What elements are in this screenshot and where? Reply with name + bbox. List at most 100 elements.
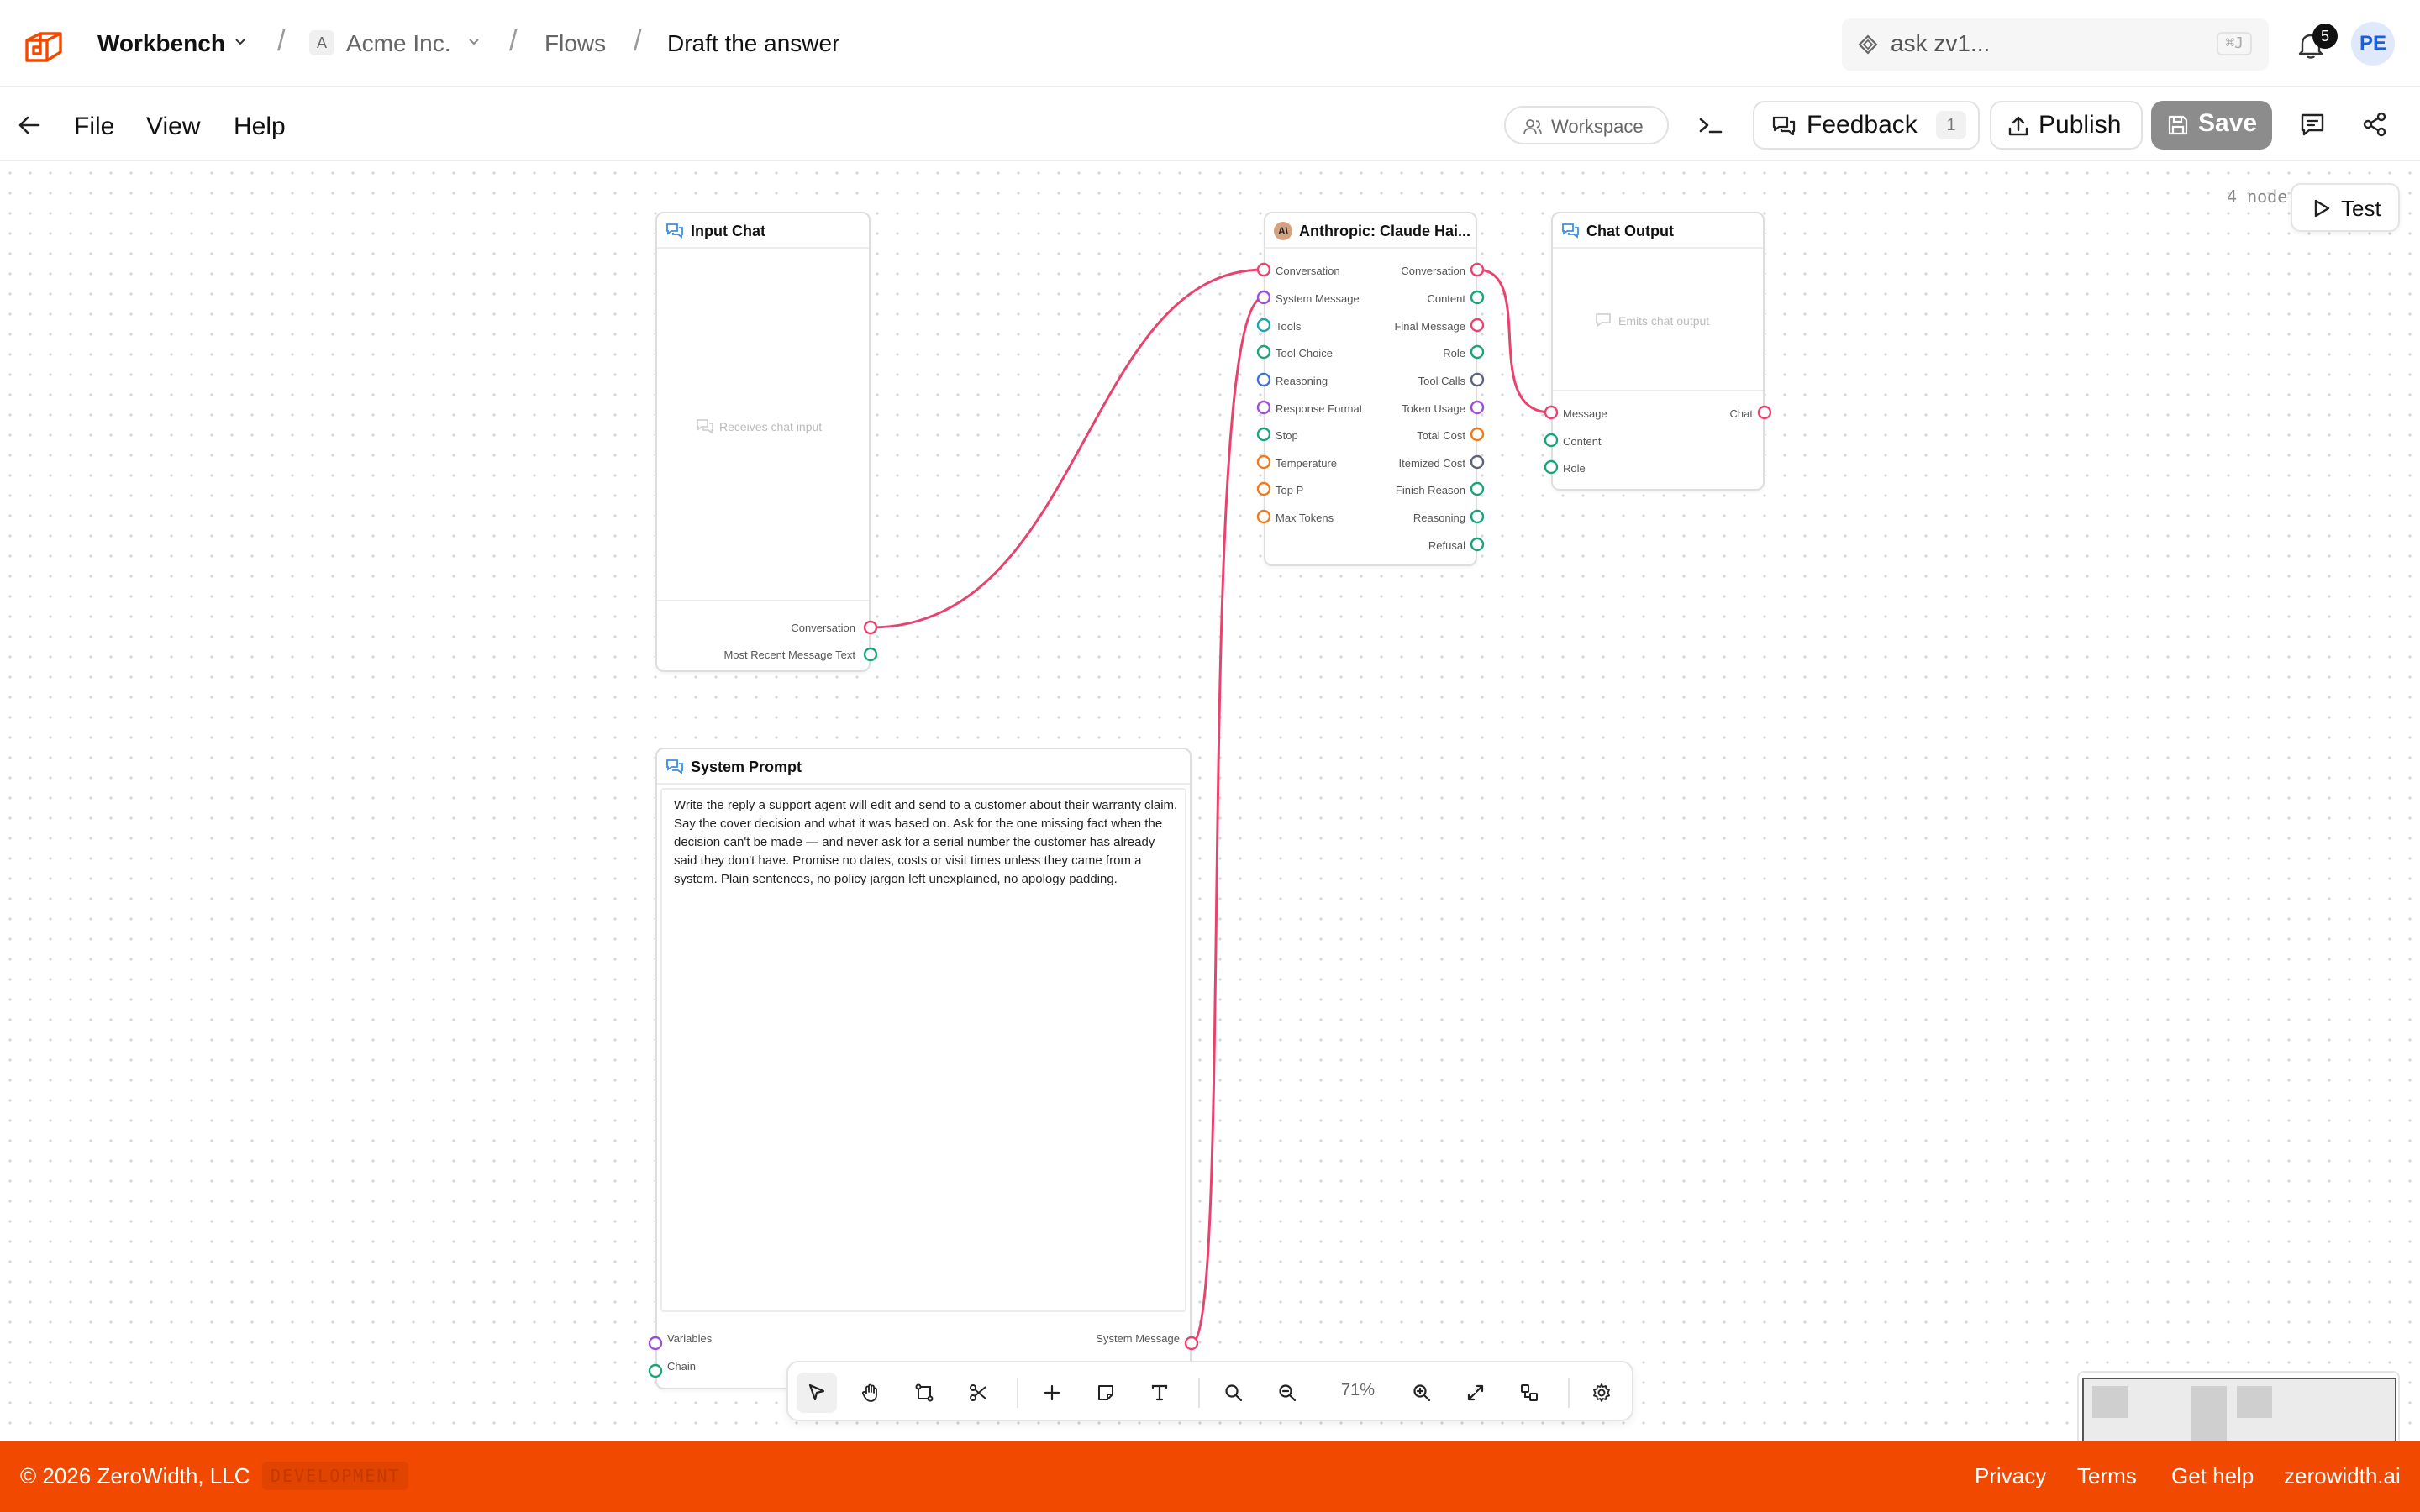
auto-layout-button[interactable] — [1509, 1373, 1549, 1413]
feedback-button[interactable]: Feedback 1 — [1753, 101, 1980, 150]
port-output — [1184, 1336, 1199, 1351]
port-output — [1470, 344, 1485, 360]
port-input — [1544, 459, 1559, 475]
scissors-icon — [970, 1384, 986, 1401]
ports-layer[interactable] — [0, 163, 2420, 1441]
save-button[interactable]: Save — [2151, 101, 2272, 150]
chevron-down-icon[interactable] — [467, 35, 481, 49]
site-link[interactable]: zerowidth.ai — [2284, 1463, 2401, 1489]
share-icon[interactable] — [2361, 111, 2388, 138]
users-icon — [1523, 119, 1542, 135]
sparkle-diamond-icon — [1858, 34, 1878, 55]
minimap[interactable] — [2077, 1371, 2400, 1441]
save-label: Save — [2198, 109, 2258, 137]
workspace-button[interactable]: Workspace — [1504, 106, 1669, 144]
editor-toolbar: File View Help Workspace Feedback 1 Publ… — [0, 87, 2420, 161]
layout-shapes-icon — [1521, 1384, 1538, 1401]
test-label: Test — [2341, 196, 2381, 221]
publish-button[interactable]: Publish — [1990, 101, 2143, 150]
feedback-count-badge: 1 — [1936, 111, 1966, 139]
port-output — [1470, 262, 1485, 277]
minimap-node — [2092, 1386, 2128, 1418]
port-input — [1256, 372, 1271, 387]
environment-badge: DEVELOPMENT — [262, 1462, 409, 1490]
port-input — [1256, 400, 1271, 415]
route-icon — [915, 1383, 934, 1402]
cut-tool[interactable] — [958, 1373, 998, 1413]
terminal-icon[interactable] — [1697, 113, 1724, 138]
user-avatar[interactable]: PE — [2351, 22, 2395, 66]
port-output — [1470, 454, 1485, 470]
feedback-label: Feedback — [1807, 111, 1918, 139]
top-bar: Workbench / A Acme Inc. / Flows / Draft … — [0, 0, 2420, 87]
minimap-node — [2237, 1386, 2272, 1418]
port-output — [863, 647, 878, 662]
page-title: Draft the answer — [667, 30, 840, 56]
help-link[interactable]: Get help — [2171, 1463, 2254, 1489]
search-icon — [1225, 1384, 1243, 1402]
add-text-button[interactable] — [1139, 1373, 1180, 1413]
port-output — [1757, 405, 1772, 420]
breadcrumb-separator: / — [277, 25, 286, 57]
add-node-button[interactable] — [1032, 1373, 1072, 1413]
port-output — [1470, 372, 1485, 387]
port-output — [1470, 400, 1485, 415]
search-placeholder: ask zv1... — [1891, 30, 1991, 56]
port-output — [863, 620, 878, 635]
text-icon — [1151, 1384, 1168, 1401]
pan-tool[interactable] — [850, 1373, 891, 1413]
port-output — [1470, 509, 1485, 524]
port-output — [1470, 427, 1485, 442]
port-output — [1470, 318, 1485, 333]
port-input — [1256, 290, 1271, 305]
fit-view-button[interactable] — [1455, 1373, 1496, 1413]
select-tool[interactable] — [797, 1373, 837, 1413]
port-input — [1256, 509, 1271, 524]
copyright: © 2026 ZeroWidth, LLC — [20, 1463, 250, 1488]
privacy-link[interactable]: Privacy — [1975, 1463, 2046, 1489]
add-note-button[interactable] — [1086, 1373, 1126, 1413]
chat-bubbles-icon — [1772, 116, 1796, 136]
back-arrow-icon[interactable] — [17, 113, 42, 138]
connect-tool[interactable] — [904, 1373, 944, 1413]
settings-button[interactable] — [1581, 1373, 1622, 1413]
port-input — [648, 1363, 663, 1378]
zerowidth-logo-icon[interactable] — [22, 24, 66, 67]
menu-file[interactable]: File — [74, 113, 114, 141]
cursor-arrow-icon — [808, 1383, 825, 1401]
port-output — [1470, 290, 1485, 305]
menu-view[interactable]: View — [146, 113, 200, 141]
menu-help[interactable]: Help — [234, 113, 286, 141]
upload-icon — [2008, 116, 2028, 136]
search-nodes-button[interactable] — [1213, 1373, 1254, 1413]
save-disk-icon — [2168, 115, 2188, 135]
footer: © 2026 ZeroWidth, LLC DEVELOPMENT Privac… — [0, 1441, 2420, 1512]
search-input[interactable]: ask zv1... ⌘J — [1842, 18, 2269, 71]
workspace-switcher[interactable]: Workbench — [97, 29, 225, 59]
port-input — [1256, 262, 1271, 277]
port-input — [1256, 481, 1271, 496]
breadcrumb-flows[interactable]: Flows — [544, 29, 606, 59]
hand-icon — [861, 1383, 877, 1402]
port-input — [1544, 433, 1559, 448]
zoom-in-button[interactable] — [1402, 1373, 1442, 1413]
zoom-out-icon — [1279, 1384, 1297, 1402]
zoom-out-button[interactable] — [1267, 1373, 1307, 1413]
test-button[interactable]: Test — [2291, 183, 2400, 232]
port-input — [1256, 344, 1271, 360]
comment-icon[interactable] — [2299, 111, 2326, 138]
shortcut-hint: ⌘J — [2217, 32, 2252, 55]
sticky-note-icon — [1098, 1385, 1113, 1400]
org-switcher[interactable]: Acme Inc. — [346, 29, 450, 59]
zoom-level[interactable]: 71% — [1341, 1381, 1375, 1400]
play-icon — [2314, 199, 2330, 218]
gear-icon — [1593, 1383, 1610, 1402]
chevron-down-icon[interactable] — [234, 35, 247, 49]
minimap-node — [2191, 1386, 2227, 1441]
breadcrumb-separator: / — [634, 25, 642, 57]
terms-link[interactable]: Terms — [2077, 1463, 2137, 1489]
workspace-label: Workspace — [1551, 116, 1644, 137]
port-input — [1256, 318, 1271, 333]
flow-canvas[interactable]: 4 node Input Chat Receives chat input Co… — [0, 163, 2420, 1441]
plus-icon — [1044, 1384, 1060, 1401]
